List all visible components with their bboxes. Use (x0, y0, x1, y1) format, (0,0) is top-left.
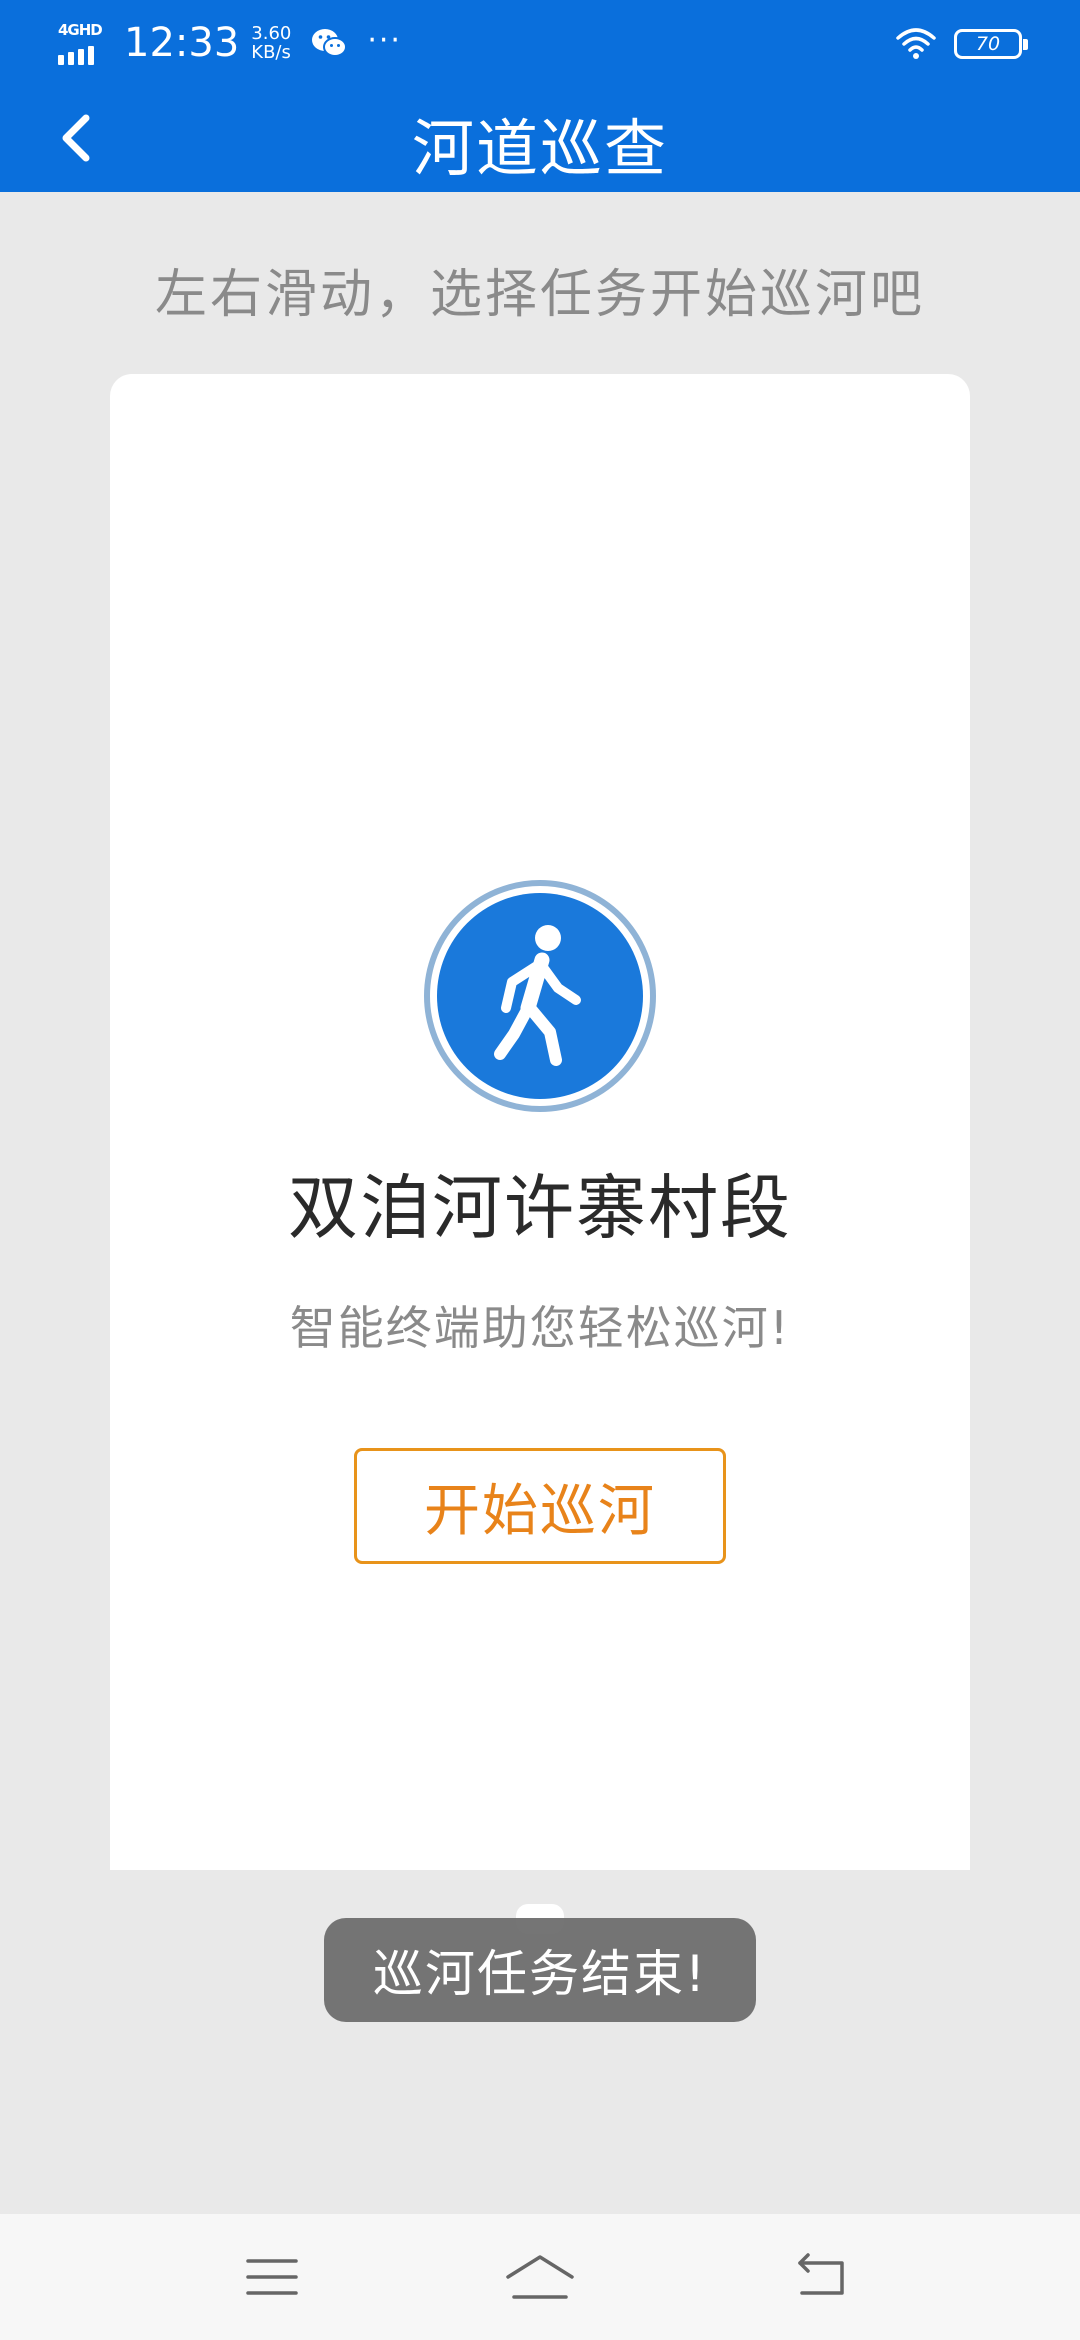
system-navigation-bar (0, 2214, 1080, 2340)
network-type: 4GHD (58, 21, 103, 39)
status-time: 12:33 (124, 20, 240, 66)
nav-header: 河道巡查 (0, 84, 1080, 192)
more-notifications-icon: ··· (367, 22, 402, 58)
status-left: 4GHD 12:33 3.60 KB/s ··· (58, 18, 402, 68)
status-right: 70 (894, 22, 1028, 66)
battery-level: 70 (975, 33, 1001, 55)
task-card[interactable]: 双洎河许寨村段 智能终端助您轻松巡河! 开始巡河 (110, 374, 970, 1870)
start-patrol-button[interactable]: 开始巡河 (354, 1448, 726, 1564)
task-subtitle: 智能终端助您轻松巡河! (289, 1301, 791, 1355)
home-button[interactable] (498, 2242, 582, 2312)
toast-message: 巡河任务结束! (324, 1918, 756, 2022)
status-bar: 4GHD 12:33 3.60 KB/s ··· 70 (0, 0, 1080, 84)
swipe-instruction: 左右滑动，选择任务开始巡河吧 (154, 265, 925, 325)
task-name: 双洎河许寨村段 (288, 1167, 792, 1249)
net-speed: 3.60 KB/s (251, 23, 292, 63)
wechat-icon (312, 29, 348, 57)
cellular-signal-icon: 4GHD (58, 21, 106, 65)
page-title: 河道巡查 (411, 112, 668, 185)
menu-icon (246, 2259, 298, 2295)
return-icon (798, 2253, 844, 2295)
top-bar: 4GHD 12:33 3.60 KB/s ··· 70 河道巡查 (0, 0, 1080, 192)
back-nav-button[interactable] (780, 2242, 864, 2312)
menu-button[interactable] (230, 2242, 314, 2312)
wifi-icon (896, 28, 936, 59)
battery-icon: 70 (954, 29, 1028, 59)
home-icon (506, 2255, 574, 2299)
walking-person-icon (424, 880, 656, 1112)
